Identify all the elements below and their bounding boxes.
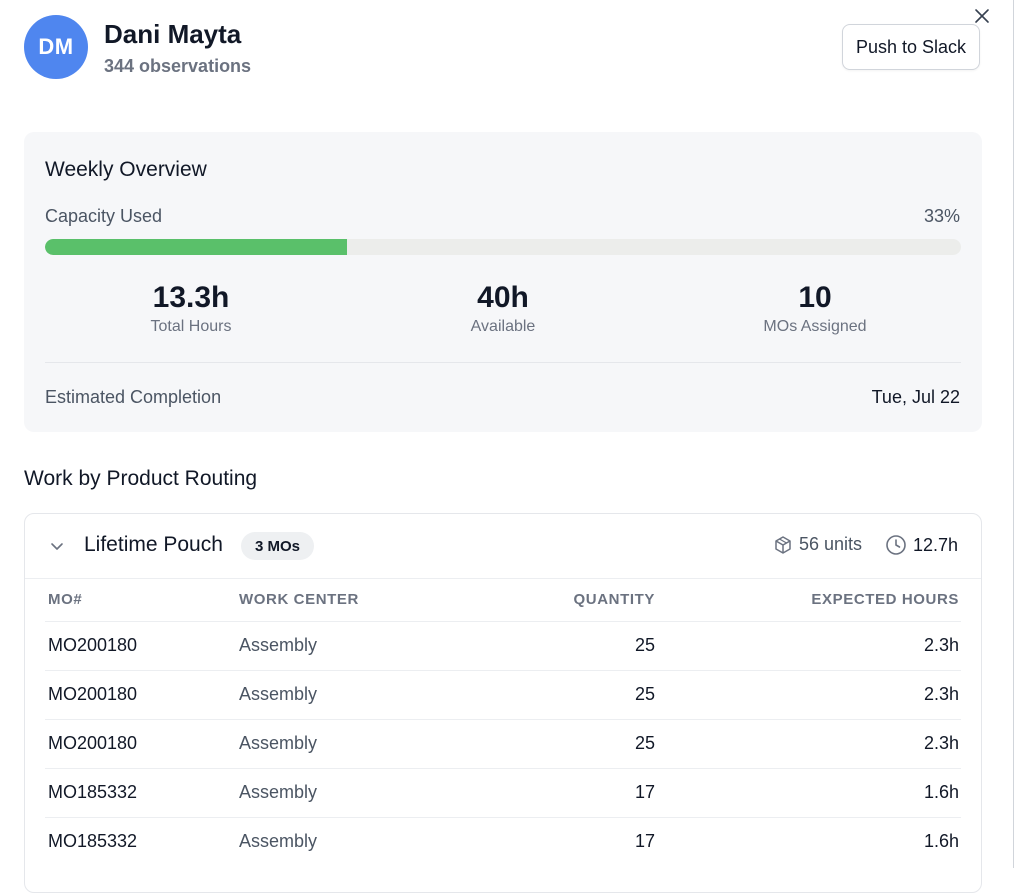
work-center: Assembly bbox=[239, 684, 318, 704]
capacity-label: Capacity Used bbox=[45, 206, 163, 226]
avatar-initials: DM bbox=[38, 34, 74, 59]
stat-value: 10 bbox=[798, 281, 832, 314]
avatar: DM bbox=[24, 15, 88, 79]
stat-available: 40h Available bbox=[383, 280, 623, 336]
stat-value: 13.3h bbox=[152, 281, 230, 314]
column-header-mo[interactable]: MO# bbox=[48, 591, 82, 608]
table-row[interactable]: MO185332 Assembly 17 1.6h bbox=[25, 818, 981, 867]
work-center: Assembly bbox=[239, 635, 318, 655]
quantity: 25 bbox=[634, 733, 655, 753]
quantity: 17 bbox=[634, 782, 655, 802]
routing-group-card: Lifetime Pouch 3 MOs 56 units 12.7h MO# … bbox=[24, 513, 982, 893]
hours-summary: 12.7h bbox=[885, 534, 958, 556]
box-icon bbox=[775, 535, 791, 554]
mo-count-badge: 3 MOs bbox=[241, 532, 315, 560]
column-header-quantity[interactable]: QUANTITY bbox=[574, 591, 655, 608]
table-row[interactable]: MO200180 Assembly 25 2.3h bbox=[25, 622, 981, 671]
chevron-down-icon[interactable] bbox=[47, 536, 67, 556]
table-row[interactable]: MO185332 Assembly 17 1.6h bbox=[25, 769, 981, 818]
estimated-completion-label: Estimated Completion bbox=[45, 387, 222, 407]
expected-hours: 2.3h bbox=[923, 684, 959, 704]
clock-icon bbox=[886, 535, 906, 555]
routing-group-name: Lifetime Pouch bbox=[84, 533, 223, 556]
mo-number: MO185332 bbox=[48, 831, 138, 851]
hours-text: 12.7h bbox=[913, 534, 959, 555]
mo-number: MO200180 bbox=[48, 684, 138, 704]
work-center: Assembly bbox=[239, 831, 318, 851]
quantity: 17 bbox=[634, 831, 655, 851]
user-name: Dani Mayta bbox=[104, 19, 242, 49]
stat-label: Total Hours bbox=[150, 318, 232, 335]
expected-hours: 2.3h bbox=[923, 733, 959, 753]
column-header-expected-hours[interactable]: EXPECTED HOURS bbox=[811, 591, 959, 608]
units-text: 56 units bbox=[799, 534, 863, 554]
push-to-slack-button[interactable]: Push to Slack bbox=[842, 24, 980, 70]
weekly-overview-card: Weekly Overview Capacity Used 33% 13.3h … bbox=[24, 132, 982, 432]
quantity: 25 bbox=[634, 635, 655, 655]
column-header-work-center[interactable]: WORK CENTER bbox=[239, 591, 359, 608]
stat-mos-assigned: 10 MOs Assigned bbox=[695, 280, 935, 336]
table-row[interactable]: MO200180 Assembly 25 2.3h bbox=[25, 720, 981, 769]
mo-number: MO185332 bbox=[48, 782, 138, 802]
mo-number: MO200180 bbox=[48, 635, 138, 655]
expected-hours: 2.3h bbox=[923, 635, 959, 655]
capacity-progress-bar bbox=[45, 239, 961, 255]
stat-label: Available bbox=[470, 318, 536, 335]
observation-count: 344 observations bbox=[104, 56, 252, 76]
stat-value: 40h bbox=[477, 281, 529, 314]
weekly-overview-title: Weekly Overview bbox=[45, 158, 207, 181]
close-icon bbox=[975, 9, 989, 23]
work-center: Assembly bbox=[239, 782, 318, 802]
mo-number: MO200180 bbox=[48, 733, 138, 753]
expected-hours: 1.6h bbox=[923, 831, 959, 851]
stat-total-hours: 13.3h Total Hours bbox=[71, 280, 311, 336]
routing-group-header[interactable]: Lifetime Pouch 3 MOs 56 units 12.7h bbox=[25, 514, 981, 579]
divider bbox=[45, 362, 961, 363]
stat-label: MOs Assigned bbox=[763, 318, 867, 335]
capacity-progress-fill bbox=[45, 239, 348, 255]
work-center: Assembly bbox=[239, 733, 318, 753]
capacity-percent: 33% bbox=[923, 206, 960, 226]
table-row[interactable]: MO200180 Assembly 25 2.3h bbox=[25, 671, 981, 720]
quantity: 25 bbox=[634, 684, 655, 704]
detail-panel: DM Dani Mayta 344 observations Push to S… bbox=[0, 0, 1014, 893]
estimated-completion-date: Tue, Jul 22 bbox=[871, 387, 960, 407]
expected-hours: 1.6h bbox=[923, 782, 959, 802]
routing-section-title: Work by Product Routing bbox=[24, 467, 258, 490]
units-summary: 56 units bbox=[773, 534, 862, 555]
